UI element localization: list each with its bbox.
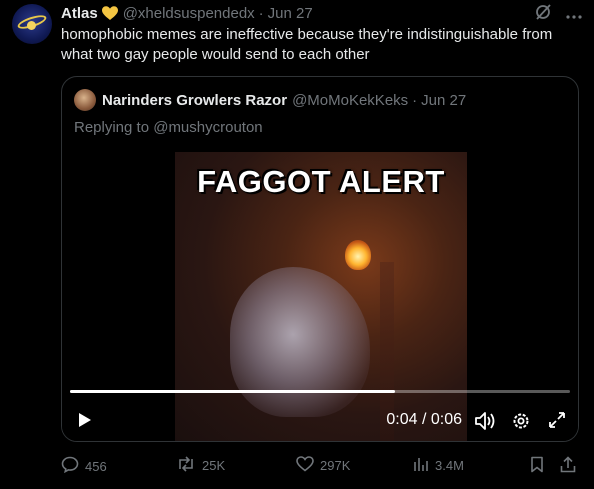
more-icon[interactable] (566, 6, 582, 23)
heart-icon (101, 5, 118, 21)
share-button[interactable] (560, 456, 576, 476)
frame-flame (345, 240, 371, 270)
post-header: Atlas @xheldsuspendedx · Jun 27 (61, 3, 582, 23)
repost-count: 25K (202, 458, 226, 473)
avatar-glow (27, 21, 36, 30)
quote-author-name[interactable]: Narinders Growlers Razor (102, 92, 287, 109)
video-caption: FAGGOT ALERT (197, 164, 445, 199)
duration: 0:06 (430, 411, 462, 428)
like-count: 297K (320, 458, 351, 473)
video-progress-fill (70, 390, 395, 393)
quote-author-handle[interactable]: @MoMoKekKeks (292, 92, 408, 109)
author-name[interactable]: Atlas (61, 5, 98, 22)
separator: · (258, 4, 264, 22)
header-actions (534, 3, 582, 25)
time-separator: / (421, 411, 427, 428)
current-time: 0:04 (386, 411, 418, 428)
bookmark-icon (530, 456, 544, 476)
repost-button[interactable]: 25K (176, 456, 225, 475)
frame-figure (230, 267, 370, 417)
like-icon (296, 456, 314, 475)
reply-count: 456 (85, 458, 107, 474)
post-text: homophobic memes are ineffective because… (61, 26, 553, 63)
video-player[interactable]: FAGGOT ALERT 0:04 / 0:06 (62, 152, 578, 441)
author-avatar[interactable] (12, 4, 52, 44)
share-icon (560, 456, 576, 476)
quoted-post[interactable]: Narinders Growlers Razor @MoMoKekKeks · … (61, 76, 579, 442)
quote-avatar[interactable] (74, 89, 96, 111)
play-icon[interactable] (78, 412, 92, 433)
author-handle[interactable]: @xheldsuspendedx (123, 5, 255, 22)
video-controls: 0:04 / 0:06 (62, 404, 578, 436)
quote-separator: · (412, 91, 418, 109)
action-bar: 456 25K 297K 3.4M (61, 456, 581, 478)
volume-icon[interactable] (474, 411, 496, 436)
video-time: 0:04 / 0:06 (386, 411, 462, 429)
reply-button[interactable]: 456 (61, 456, 107, 476)
fullscreen-icon[interactable] (548, 411, 566, 434)
like-button[interactable]: 297K (296, 456, 350, 475)
views-icon (413, 456, 429, 475)
settings-icon[interactable] (511, 411, 531, 436)
quote-header: Narinders Growlers Razor @MoMoKekKeks · … (74, 89, 466, 111)
quote-date[interactable]: Jun 27 (421, 92, 466, 109)
grok-icon[interactable] (534, 3, 552, 25)
reply-icon (61, 456, 79, 476)
views-count: 3.4M (435, 458, 464, 473)
views-button[interactable]: 3.4M (413, 456, 464, 475)
post-date[interactable]: Jun 27 (268, 5, 313, 22)
repost-icon (176, 456, 196, 475)
bookmark-button[interactable] (530, 456, 544, 476)
replying-to: Replying to @mushycrouton (74, 119, 263, 136)
video-progress-bar[interactable] (70, 390, 570, 393)
